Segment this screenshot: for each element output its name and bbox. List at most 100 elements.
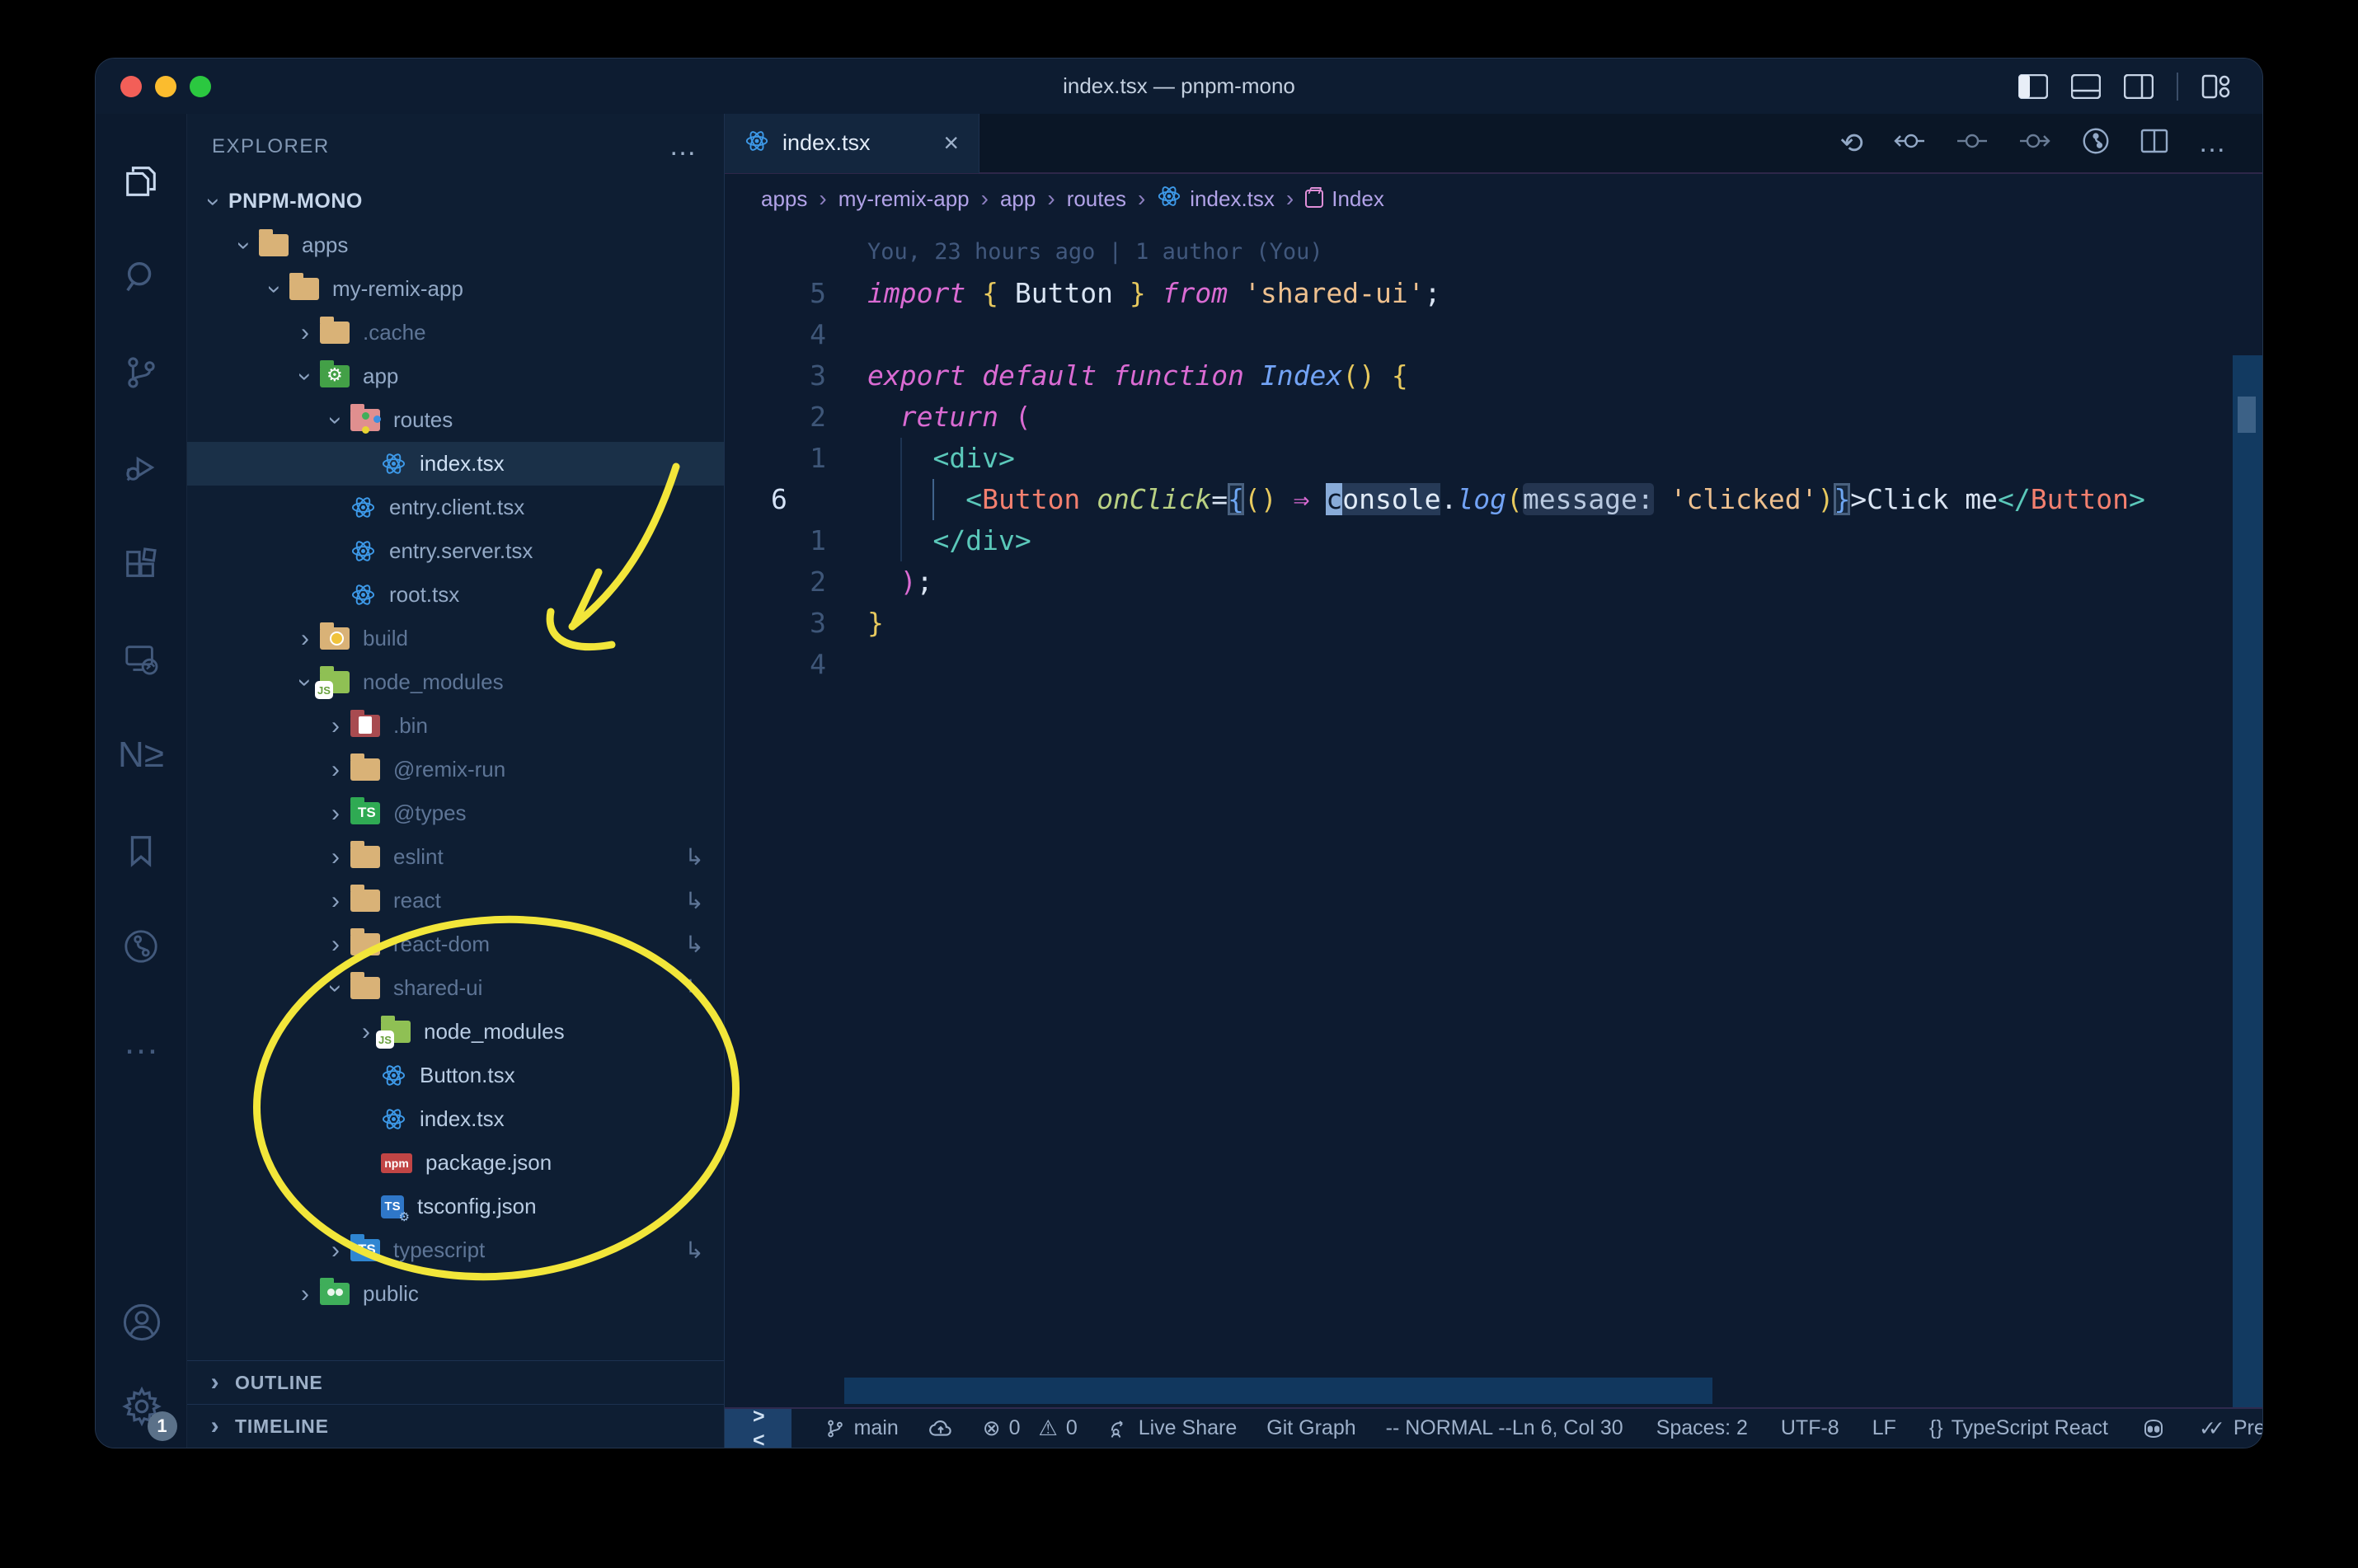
encoding-item[interactable]: UTF-8	[1781, 1416, 1839, 1440]
code-line[interactable]: 1 <div>	[725, 438, 2262, 479]
language-mode-item[interactable]: {} TypeScript React	[1929, 1416, 2108, 1440]
tree-item-entry-server-tsx[interactable]: › entry.server.tsx	[187, 529, 724, 573]
code-line[interactable]: 1 </div>	[725, 520, 2262, 561]
line-number[interactable]: 3	[725, 355, 826, 397]
copilot-item[interactable]	[2141, 1416, 2166, 1441]
folder-badge: TS	[358, 1242, 376, 1257]
account-icon[interactable]	[120, 1301, 163, 1348]
eol-item[interactable]: LF	[1872, 1416, 1896, 1440]
timeline-section[interactable]: › TIMELINE	[187, 1404, 724, 1448]
tree-item-build[interactable]: › build	[187, 617, 724, 660]
activity-source-control[interactable]	[96, 325, 187, 420]
line-number[interactable]: 6	[725, 479, 826, 520]
code-line[interactable]: 3 export default function Index() {	[725, 355, 2262, 397]
settings-gear-icon[interactable]: 1	[120, 1384, 177, 1441]
problems-item[interactable]: ⊗ 0 ⚠ 0	[983, 1415, 1078, 1441]
tree-item-my-remix-app[interactable]: › my-remix-app	[187, 267, 724, 311]
code-editor[interactable]: You, 23 hours ago | 1 author (You) 5 impor…	[725, 223, 2262, 1407]
tree-item--types[interactable]: › TS @types	[187, 791, 724, 835]
toggle-secondary-sidebar-icon[interactable]	[2124, 73, 2154, 99]
line-number[interactable]: 5	[725, 273, 826, 314]
breadcrumb-routes[interactable]: routes	[1067, 186, 1126, 212]
tree-item-node-modules[interactable]: › JS node_modules	[187, 660, 724, 704]
breadcrumb-apps[interactable]: apps	[761, 186, 807, 212]
activity-explorer[interactable]	[96, 134, 187, 229]
code-line-current[interactable]: 6 <Button onClick={() ⇒ console.log(mess…	[725, 479, 2262, 520]
code-line[interactable]: 2 );	[725, 561, 2262, 603]
tree-item-app[interactable]: › ⚙ app	[187, 354, 724, 398]
tree-item-apps[interactable]: › apps	[187, 223, 724, 267]
vim-mode-indicator[interactable]: -- NORMAL --	[1386, 1416, 1512, 1440]
code-line[interactable]: 3}	[725, 603, 2262, 644]
tree-item-routes[interactable]: › routes	[187, 398, 724, 442]
tab-index-tsx[interactable]: index.tsx ×	[725, 113, 979, 173]
indentation-item[interactable]: Spaces: 2	[1656, 1416, 1748, 1440]
outline-section[interactable]: › OUTLINE	[187, 1360, 724, 1404]
git-graph-item[interactable]: Git Graph	[1266, 1416, 1355, 1440]
tree-item-pnpm-mono[interactable]: › PNPM-MONO	[187, 180, 724, 223]
tree-item-public[interactable]: › public	[187, 1272, 724, 1316]
toggle-primary-sidebar-icon[interactable]	[2018, 73, 2048, 99]
remote-indicator[interactable]: ><	[725, 1405, 791, 1448]
tree-item-shared-ui[interactable]: › shared-ui ↳	[187, 966, 724, 1010]
line-number[interactable]: 2	[725, 397, 826, 438]
breadcrumb-app[interactable]: app	[1000, 186, 1036, 212]
code-line[interactable]: 5 import { Button } from 'shared-ui';	[725, 273, 2262, 314]
tree-item-root-tsx[interactable]: › root.tsx	[187, 573, 724, 617]
customize-layout-icon[interactable]	[2201, 74, 2231, 99]
live-share-item[interactable]: Live Share	[1107, 1416, 1237, 1441]
tree-item--bin[interactable]: › .bin	[187, 704, 724, 748]
previous-change-icon[interactable]	[1893, 129, 1926, 157]
line-number[interactable]: 4	[725, 314, 826, 355]
explorer-more-actions-icon[interactable]: …	[669, 133, 699, 160]
activity-remote-explorer[interactable]	[96, 612, 187, 707]
tree-item-node-modules[interactable]: › JS node_modules	[187, 1010, 724, 1054]
tree-item-typescript[interactable]: › TS typescript ↳	[187, 1228, 724, 1272]
activity-extensions[interactable]	[96, 516, 187, 612]
breadcrumb-index-tsx[interactable]: index.tsx	[1157, 184, 1275, 214]
tree-item-eslint[interactable]: › eslint ↳	[187, 835, 724, 879]
git-branch-item[interactable]: main	[824, 1416, 899, 1441]
code-line[interactable]: 4	[725, 644, 2262, 685]
activity-bookmarks[interactable]	[96, 803, 187, 899]
toggle-panel-icon[interactable]	[2071, 73, 2101, 99]
line-number[interactable]: 3	[725, 603, 826, 644]
tree-item-react[interactable]: › react ↳	[187, 879, 724, 922]
activity-git-graph[interactable]	[96, 899, 187, 994]
gitlens-graph-icon[interactable]	[2081, 126, 2111, 160]
tab-close-icon[interactable]: ×	[943, 128, 959, 158]
tree-item-button-tsx[interactable]: › Button.tsx	[187, 1054, 724, 1097]
line-number[interactable]: 1	[725, 438, 826, 479]
breadcrumb-symbol-index[interactable]: Index	[1305, 186, 1384, 212]
line-number[interactable]: 4	[725, 644, 826, 685]
tree-item-entry-client-tsx[interactable]: › entry.client.tsx	[187, 486, 724, 529]
tree-item-index-tsx[interactable]: › index.tsx	[187, 1097, 724, 1141]
tree-item--remix-run[interactable]: › @remix-run	[187, 748, 724, 791]
horizontal-scrollbar[interactable]	[844, 1378, 1712, 1404]
next-change-icon[interactable]	[2018, 129, 2051, 157]
prettier-item[interactable]: ✓✓ Prettier	[2199, 1416, 2262, 1441]
split-editor-icon[interactable]	[2140, 129, 2168, 157]
activity-search[interactable]	[96, 229, 187, 325]
tree-item--cache[interactable]: › .cache	[187, 311, 724, 354]
line-number[interactable]: 2	[725, 561, 826, 603]
tree-item-react-dom[interactable]: › react-dom ↳	[187, 922, 724, 966]
cursor-position-item[interactable]: Ln 6, Col 30	[1512, 1416, 1623, 1440]
tree-item-tsconfig-json[interactable]: ›TStsconfig.json	[187, 1185, 724, 1228]
line-number[interactable]: 1	[725, 520, 826, 561]
tsconfig-icon: TS	[381, 1195, 410, 1224]
publish-changes-item[interactable]	[928, 1416, 953, 1441]
chevron-down-icon: ›	[322, 984, 350, 993]
code-line[interactable]: 2 return (	[725, 397, 2262, 438]
breadcrumb-my-remix-app[interactable]: my-remix-app	[838, 186, 970, 212]
timeline-history-icon[interactable]: ⟲	[1840, 127, 1864, 160]
activity-nx-console[interactable]: N≥	[96, 707, 187, 803]
tree-item-index-tsx[interactable]: › index.tsx	[187, 442, 724, 486]
code-line[interactable]: 4	[725, 314, 2262, 355]
tree-item-package-json[interactable]: ›npmpackage.json	[187, 1141, 724, 1185]
editor-more-actions-icon[interactable]: …	[2198, 127, 2226, 159]
current-change-icon[interactable]	[1956, 129, 1989, 157]
activity-run-debug[interactable]	[96, 420, 187, 516]
vertical-scrollbar[interactable]	[2233, 355, 2262, 1407]
activity-more[interactable]: …	[96, 994, 187, 1090]
